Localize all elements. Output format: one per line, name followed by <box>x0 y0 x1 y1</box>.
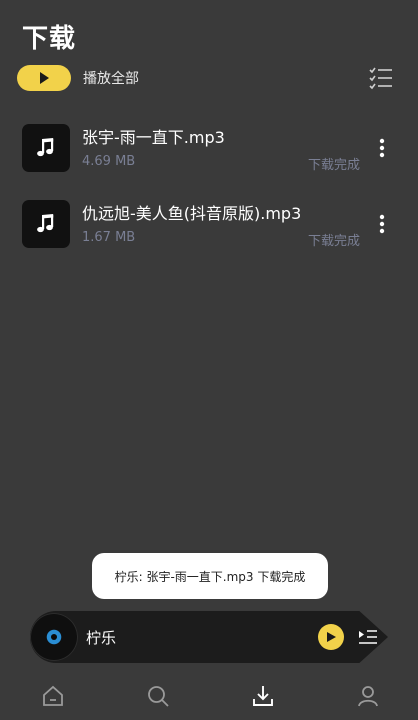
play-icon <box>17 65 71 91</box>
download-item[interactable]: 张宇-雨一直下.mp3 4.69 MB 下载完成 <box>0 116 418 186</box>
more-options-icon[interactable] <box>370 134 394 162</box>
playlist-icon[interactable] <box>358 626 378 648</box>
music-note-icon <box>22 124 70 172</box>
song-title: 张宇-雨一直下.mp3 <box>82 128 225 147</box>
file-size: 1.67 MB <box>82 230 136 245</box>
download-status: 下载完成 <box>307 158 360 173</box>
play-icon[interactable] <box>318 624 344 650</box>
download-item[interactable]: 仇远旭-美人鱼(抖音原版).mp3 1.67 MB 下载完成 <box>0 192 418 262</box>
more-options-icon[interactable] <box>370 210 394 238</box>
player-track-title: 柠乐 <box>86 629 117 647</box>
bottom-tab-bar <box>0 672 418 720</box>
file-size: 4.69 MB <box>82 154 136 169</box>
download-icon[interactable] <box>247 680 279 712</box>
song-title: 仇远旭-美人鱼(抖音原版).mp3 <box>82 204 302 223</box>
play-all-label: 播放全部 <box>83 71 139 87</box>
album-disc-icon[interactable] <box>30 613 78 661</box>
profile-icon[interactable] <box>352 680 384 712</box>
search-icon[interactable] <box>142 680 174 712</box>
page-title: 下载 <box>22 24 77 54</box>
checklist-icon[interactable] <box>368 66 394 90</box>
music-note-icon <box>22 200 70 248</box>
download-status: 下载完成 <box>307 234 360 249</box>
home-icon[interactable] <box>37 680 69 712</box>
play-all-button[interactable]: 播放全部 <box>17 64 139 92</box>
toast-message: 柠乐: 张宇-雨一直下.mp3 下载完成 <box>92 553 328 599</box>
mini-player[interactable]: 柠乐 <box>30 611 388 663</box>
